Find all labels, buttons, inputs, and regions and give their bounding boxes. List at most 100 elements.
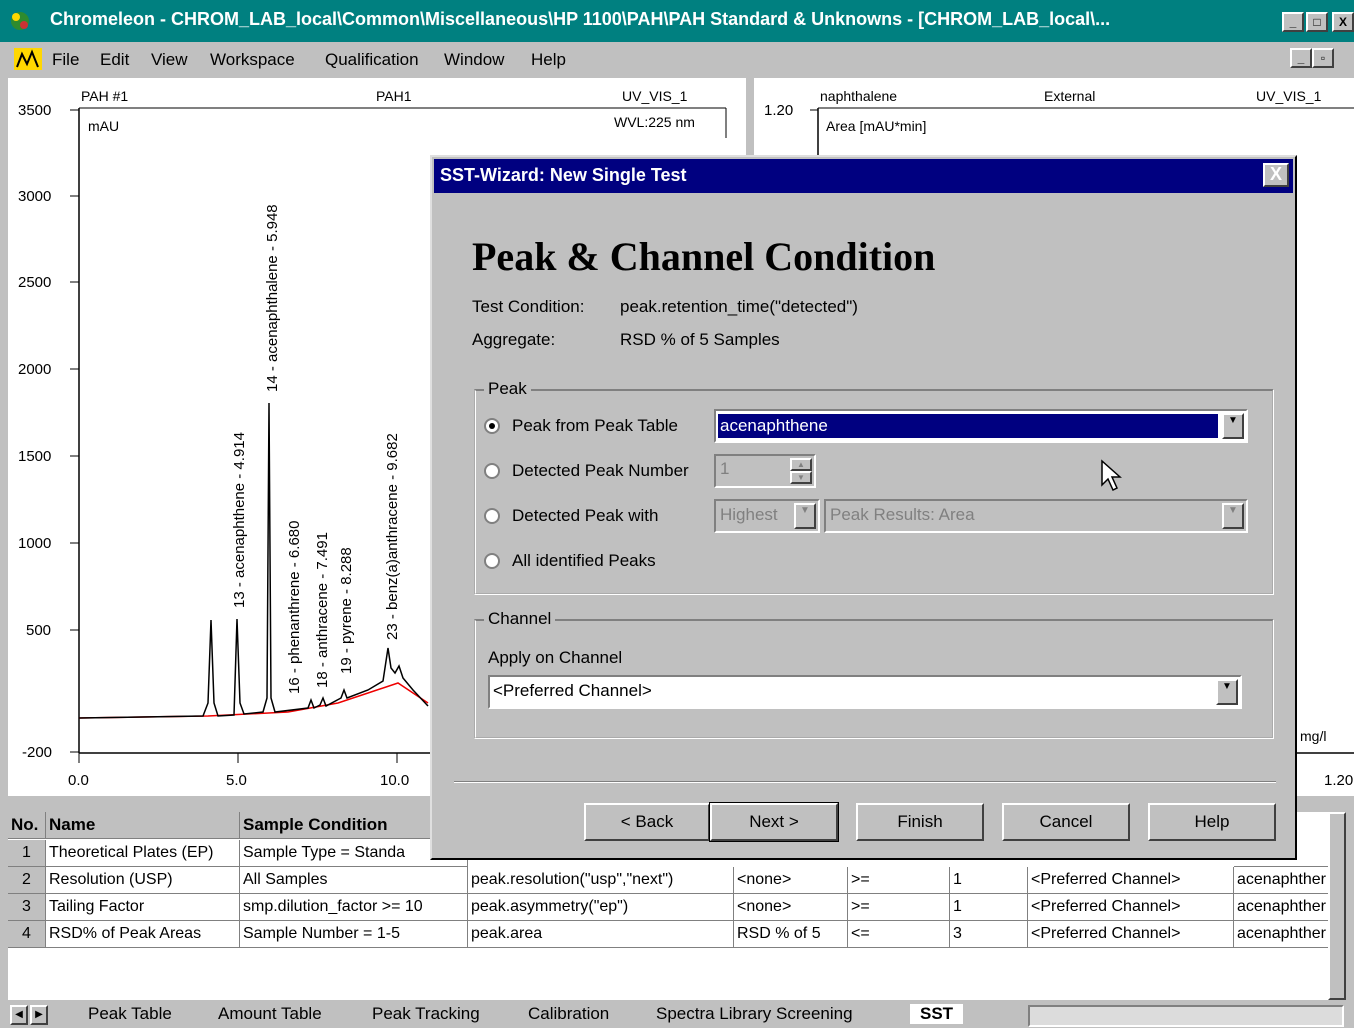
cell-operator[interactable]: >= — [848, 894, 950, 921]
cell-value[interactable]: 1 — [950, 867, 1028, 894]
y-tick: 3500 — [18, 102, 52, 119]
cell-name[interactable]: RSD% of Peak Areas — [46, 921, 240, 948]
test-condition-label: Test Condition: — [472, 297, 585, 316]
row-number[interactable]: 2 — [8, 867, 46, 894]
highest-combobox[interactable]: Highest ▼ — [714, 499, 820, 533]
cell-test[interactable]: peak.asymmetry("ep") — [468, 894, 734, 921]
menu-window[interactable]: Window — [444, 50, 504, 70]
cell-channel[interactable]: <Preferred Channel> — [1028, 867, 1234, 894]
peak-from-table-radio[interactable] — [484, 418, 500, 434]
row-number[interactable]: 1 — [8, 840, 46, 867]
cell-value[interactable]: 3 — [950, 921, 1028, 948]
maximize-button[interactable]: □ — [1306, 12, 1328, 32]
x-tick: 10.0 — [380, 772, 410, 789]
chevron-down-icon[interactable]: ▼ — [794, 503, 816, 529]
test-condition-value: peak.retention_time("detected") — [620, 297, 858, 316]
tab-peak-table[interactable]: Peak Table — [88, 1004, 172, 1024]
dialog-heading: Peak & Channel Condition — [472, 234, 936, 279]
cancel-button[interactable]: Cancel — [1002, 803, 1130, 841]
menu-workspace[interactable]: Workspace — [210, 50, 295, 70]
mdi-minimize-button[interactable]: _ — [1290, 48, 1312, 68]
close-button[interactable]: X — [1332, 12, 1354, 32]
peak-label: 18 - anthracene - 7.491 — [314, 532, 331, 688]
peak-table-combobox[interactable]: acenaphthene ▼ — [714, 409, 1248, 443]
cell-condition[interactable]: smp.dilution_factor >= 10 — [240, 894, 468, 921]
channel-group-label: Channel — [484, 609, 556, 629]
menu-qualification[interactable]: Qualification — [325, 50, 419, 70]
tab-spectra-library-screening[interactable]: Spectra Library Screening — [656, 1004, 853, 1024]
cell-name[interactable]: Tailing Factor — [46, 894, 240, 921]
cell-condition[interactable]: All Samples — [240, 867, 468, 894]
y-tick: 500 — [26, 622, 52, 639]
help-button[interactable]: Help — [1148, 803, 1276, 841]
dialog-title: SST-Wizard: New Single Test — [440, 165, 687, 185]
row-number[interactable]: 4 — [8, 921, 46, 948]
chevron-down-icon[interactable]: ▼ — [1216, 679, 1238, 705]
channel-value: <Preferred Channel> — [493, 681, 652, 700]
y-tick: 1000 — [18, 535, 52, 552]
chart-icon[interactable] — [14, 48, 42, 70]
tab-scroll-right-button[interactable]: ▶ — [30, 1005, 48, 1025]
cell-channel[interactable]: <Preferred Channel> — [1028, 921, 1234, 948]
dialog-title-bar[interactable]: SST-Wizard: New Single Test X — [434, 159, 1293, 193]
cell-name[interactable]: Theoretical Plates (EP) — [46, 840, 240, 867]
cell-value[interactable]: 1 — [950, 894, 1028, 921]
chevron-down-icon[interactable]: ▼ — [1222, 503, 1244, 529]
detected-peak-with-label[interactable]: Detected Peak with — [512, 506, 658, 526]
col-header-name[interactable]: Name — [46, 812, 240, 839]
aggregate-label: Aggregate: — [472, 330, 556, 349]
minimize-button[interactable]: _ — [1282, 12, 1304, 32]
aggregate-value: RSD % of 5 Samples — [620, 330, 780, 349]
tab-scroll-left-button[interactable]: ◀ — [10, 1005, 28, 1025]
peak-number-value: 1 — [720, 459, 730, 478]
col-header-no[interactable]: No. — [8, 812, 46, 839]
all-identified-peaks-label[interactable]: All identified Peaks — [512, 551, 656, 571]
spin-down-icon[interactable]: ▼ — [790, 471, 812, 484]
dialog-separator — [454, 781, 1276, 783]
tab-amount-table[interactable]: Amount Table — [218, 1004, 322, 1024]
next-button[interactable]: Next > — [709, 802, 839, 842]
y-tick: -200 — [22, 744, 53, 761]
cell-test[interactable]: peak.resolution("usp","next") — [468, 867, 734, 894]
peak-from-table-label[interactable]: Peak from Peak Table — [512, 416, 678, 436]
spin-up-icon[interactable]: ▲ — [790, 458, 812, 471]
peak-number-spinner[interactable]: 1 ▲ ▼ — [714, 454, 816, 488]
row-number[interactable]: 3 — [8, 894, 46, 921]
cell-operator[interactable]: <= — [848, 921, 950, 948]
detected-peak-number-radio[interactable] — [484, 463, 500, 479]
cell-name[interactable]: Resolution (USP) — [46, 867, 240, 894]
peak-label: 13 - acenaphthene - 4.914 — [231, 432, 248, 608]
cell-channel[interactable]: <Preferred Channel> — [1028, 894, 1234, 921]
all-identified-peaks-radio[interactable] — [484, 553, 500, 569]
highest-value: Highest — [720, 505, 778, 524]
cell-operator[interactable]: >= — [848, 867, 950, 894]
menu-view[interactable]: View — [151, 50, 188, 70]
peak-group-label: Peak — [484, 379, 531, 399]
tab-sst[interactable]: SST — [910, 1004, 964, 1024]
peak-label: 23 - benz(a)anthracene - 9.682 — [384, 433, 401, 640]
horizontal-scrollbar[interactable] — [1028, 1005, 1344, 1027]
table-scrollbar-vertical[interactable] — [1328, 812, 1346, 1000]
cell-aggregate[interactable]: <none> — [734, 894, 848, 921]
chevron-down-icon[interactable]: ▼ — [1222, 413, 1244, 439]
cell-aggregate[interactable]: RSD % of 5 — [734, 921, 848, 948]
mdi-restore-button[interactable]: ▫ — [1312, 48, 1334, 68]
channel-combobox[interactable]: <Preferred Channel> ▼ — [488, 675, 1242, 709]
menu-edit[interactable]: Edit — [100, 50, 129, 70]
back-button[interactable]: < Back — [584, 803, 710, 841]
tab-calibration[interactable]: Calibration — [528, 1004, 609, 1024]
tab-peak-tracking[interactable]: Peak Tracking — [372, 1004, 480, 1024]
x-tick: 0.0 — [68, 772, 89, 789]
peak-results-combobox[interactable]: Peak Results: Area ▼ — [824, 499, 1248, 533]
menu-file[interactable]: File — [52, 50, 79, 70]
app-icon — [6, 8, 34, 34]
cell-test[interactable]: peak.area — [468, 921, 734, 948]
detected-peak-with-radio[interactable] — [484, 508, 500, 524]
dialog-close-button[interactable]: X — [1263, 163, 1289, 187]
cell-aggregate[interactable]: <none> — [734, 867, 848, 894]
finish-button[interactable]: Finish — [856, 803, 984, 841]
cell-condition[interactable]: Sample Number = 1-5 — [240, 921, 468, 948]
menu-help[interactable]: Help — [531, 50, 566, 70]
detected-peak-number-label[interactable]: Detected Peak Number — [512, 461, 689, 481]
window-title-bar[interactable]: Chromeleon - CHROM_LAB_local\Common\Misc… — [0, 0, 1354, 42]
